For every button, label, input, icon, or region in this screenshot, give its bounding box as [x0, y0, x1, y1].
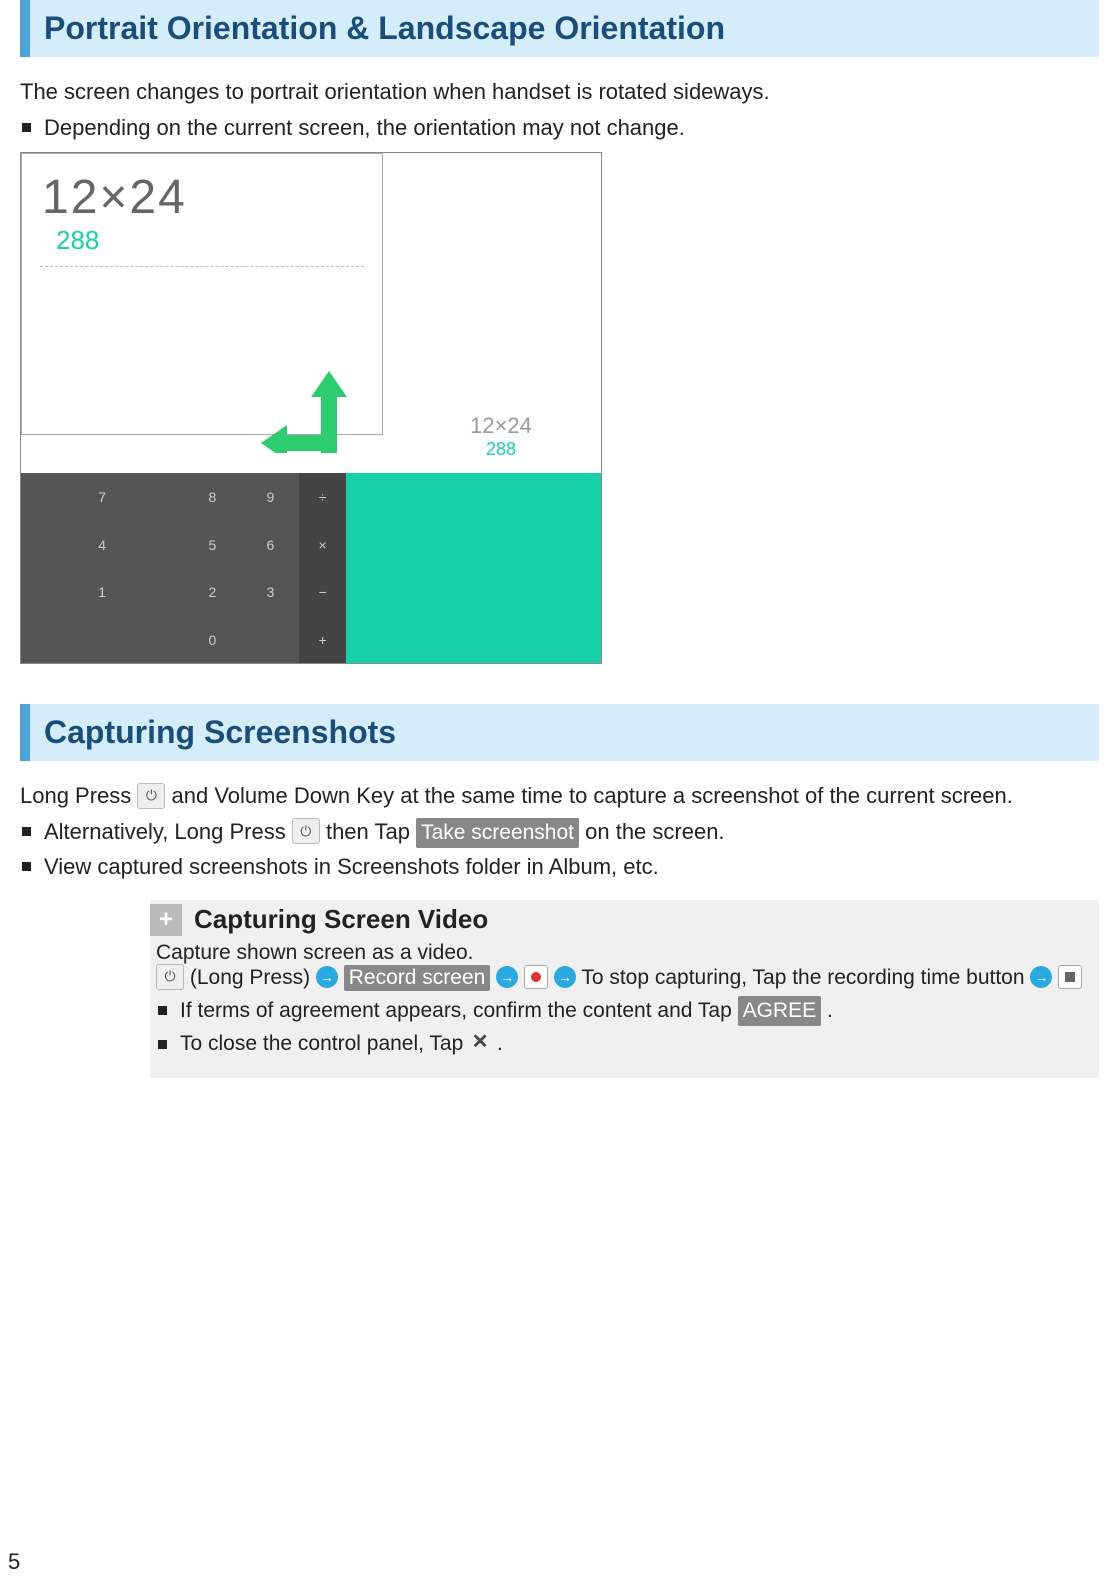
page-number: 5: [8, 1549, 20, 1575]
plus-icon: +: [150, 904, 182, 936]
section1-bullet: Depending on the current screen, the ori…: [20, 113, 1099, 143]
rotate-arrow-icon: [281, 363, 371, 453]
tip-sequence: ⏻ (Long Press) → Record screen → → To st…: [156, 965, 1093, 991]
power-key-icon: ⏻: [156, 964, 184, 990]
calc-expression: 12×24: [22, 154, 382, 225]
section-header-screenshots: Capturing Screenshots: [20, 704, 1099, 761]
section-title-2: Capturing Screenshots: [44, 714, 1085, 751]
section-title: Portrait Orientation & Landscape Orienta…: [44, 10, 1085, 47]
section-header-orientation: Portrait Orientation & Landscape Orienta…: [20, 0, 1099, 57]
calc-expression-ls: 12×24: [421, 413, 581, 439]
tip-title: Capturing Screen Video: [194, 904, 488, 935]
tip-intro: Capture shown screen as a video.: [156, 941, 1093, 965]
landscape-preview: 12×24 288 741 8520 963 ÷×−+: [21, 453, 601, 663]
record-screen-label: Record screen: [344, 965, 491, 991]
screenshot-alt-instruction: Alternatively, Long Press ⏻ then Tap Tak…: [20, 817, 1099, 848]
record-icon: [524, 965, 548, 989]
stop-icon: [1058, 965, 1082, 989]
tip-bullet-agree: If terms of agreement appears, confirm t…: [156, 996, 1093, 1026]
take-screenshot-label: Take screenshot: [416, 818, 579, 848]
power-key-icon: ⏻: [137, 783, 165, 809]
tip-bullet-close: To close the control panel, Tap ✕ .: [156, 1030, 1093, 1058]
arrow-right-icon: →: [496, 966, 518, 988]
screenshot-view-instruction: View captured screenshots in Screenshots…: [20, 852, 1099, 882]
close-icon: ✕: [469, 1031, 491, 1053]
arrow-right-icon: →: [554, 966, 576, 988]
agree-label: AGREE: [738, 996, 822, 1026]
screenshot-main-instruction: Long Press ⏻ and Volume Down Key at the …: [20, 781, 1099, 811]
power-key-icon: ⏻: [292, 818, 320, 844]
section1-intro: The screen changes to portrait orientati…: [20, 77, 1099, 107]
calc-result: 288: [22, 225, 382, 256]
tip-box-screen-video: + Capturing Screen Video Capture shown s…: [150, 900, 1099, 1078]
calc-result-ls: 288: [421, 439, 581, 460]
arrow-right-icon: →: [316, 966, 338, 988]
arrow-right-icon: →: [1030, 966, 1052, 988]
orientation-illustration: 12×24 288 12×24 288 741 8520 963 ÷×−+: [20, 152, 602, 664]
